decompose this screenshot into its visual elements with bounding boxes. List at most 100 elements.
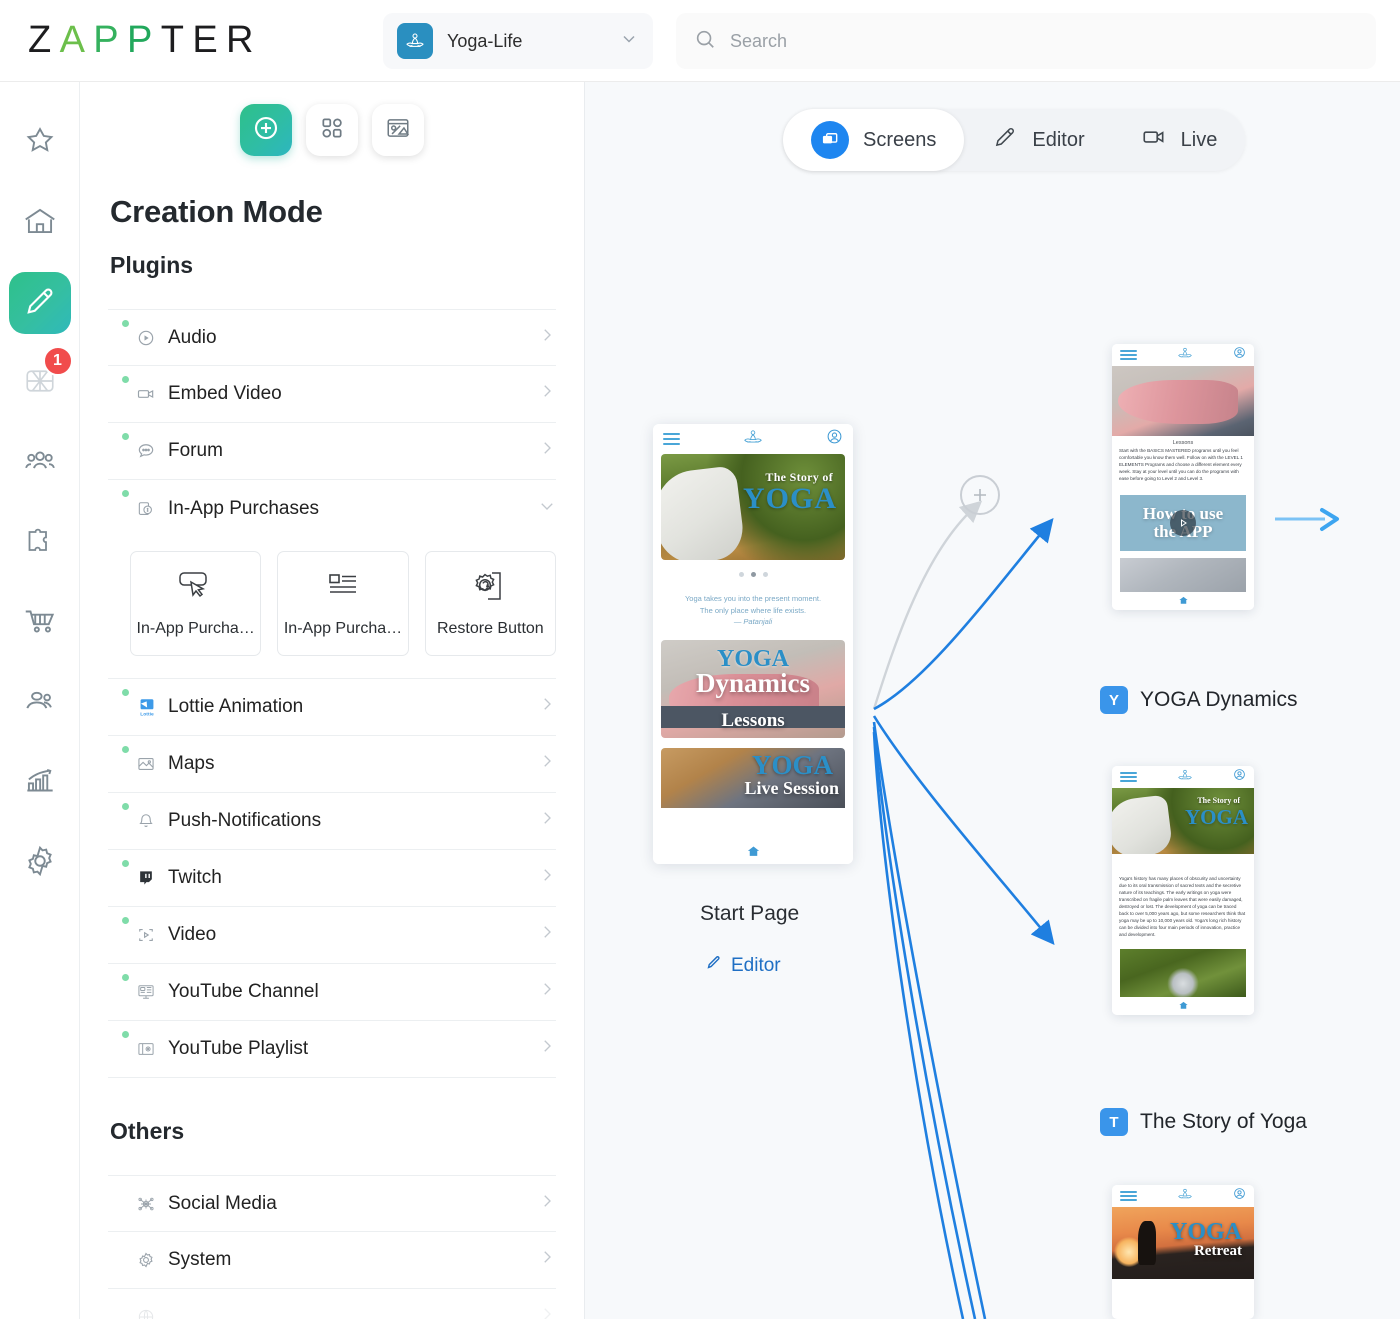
story-body-text: Yoga's history has many places of obscur… — [1119, 876, 1246, 937]
star-icon — [21, 122, 59, 165]
project-selector[interactable]: Yoga-Life — [383, 13, 653, 69]
screen-label-story-of-yoga[interactable]: T The Story of Yoga — [1100, 1108, 1307, 1136]
tab-screens[interactable]: Screens — [783, 109, 965, 171]
gear-icon — [21, 842, 59, 885]
others-list: Social Media System — [108, 1175, 556, 1319]
iap-card-button[interactable]: In-App Purcha… — [130, 551, 262, 656]
lotus-icon — [1175, 767, 1195, 788]
screen-card-start-page[interactable]: The Story of YOGA Yoga takes you into th… — [653, 424, 853, 864]
plugin-row-maps[interactable]: Maps — [108, 736, 556, 793]
chevron-right-icon[interactable] — [538, 923, 556, 947]
in-app-purchase-items: In-App Purcha… In-App Purcha… Restore Bu… — [108, 537, 556, 679]
chevron-right-icon[interactable] — [538, 752, 556, 776]
chevron-right-icon[interactable] — [538, 809, 556, 833]
play-circle-icon — [136, 328, 158, 348]
status-dot — [122, 490, 129, 497]
carousel-dots[interactable] — [653, 560, 853, 577]
phone-home-bar — [653, 838, 853, 864]
others-row-system[interactable]: System — [108, 1232, 556, 1289]
stone-image — [1120, 557, 1246, 592]
screen-card-yoga-dynamics[interactable]: Lessons Start with the BASICS MASTERED p… — [1112, 344, 1254, 610]
status-dot — [122, 974, 129, 981]
start-page-editor-link[interactable]: Editor — [705, 954, 781, 977]
hero-title: YOGA — [743, 482, 837, 515]
phone-topbar — [1112, 766, 1254, 788]
plugin-row-lottie-animation[interactable]: Lottie Lottie Animation — [108, 679, 556, 736]
forest-image — [1120, 948, 1246, 997]
rail-item-home[interactable] — [9, 192, 71, 254]
plugin-row-youtube-playlist[interactable]: YouTube Playlist — [108, 1021, 556, 1078]
plugin-label: Lottie Animation — [168, 696, 304, 717]
search-icon — [694, 28, 716, 55]
tab-live[interactable]: Live — [1113, 109, 1246, 171]
iap-card-list[interactable]: In-App Purcha… — [277, 551, 409, 656]
screen-name: The Story of Yoga — [1140, 1110, 1307, 1133]
rail-item-settings[interactable] — [9, 832, 71, 894]
screen-label-yoga-dynamics[interactable]: Y YOGA Dynamics — [1100, 686, 1298, 714]
add-element-button[interactable] — [240, 104, 292, 156]
screen-card-yoga-retreat[interactable]: YOGA Retreat — [1112, 1185, 1254, 1319]
cart-icon — [21, 602, 59, 645]
screen-initial-badge: T — [1100, 1108, 1128, 1136]
status-dot — [122, 433, 129, 440]
editor-link-label: Editor — [731, 954, 781, 976]
screen-card-story-of-yoga[interactable]: The Story of YOGA Yoga's history has man… — [1112, 766, 1254, 1015]
zappter-logo[interactable]: Z A P P T E R — [28, 19, 262, 62]
chevron-right-icon[interactable] — [538, 1192, 556, 1216]
template-icon — [385, 115, 411, 146]
add-screen-node[interactable] — [960, 475, 1000, 515]
logo-letter: P — [93, 19, 128, 61]
rail-item-layout[interactable]: 1 — [9, 346, 73, 414]
svg-text:Lottie: Lottie — [140, 711, 154, 717]
chevron-right-icon[interactable] — [538, 1248, 556, 1272]
hero-story-of-yoga: The Story of YOGA — [661, 454, 845, 560]
iap-card-restore[interactable]: Restore Button — [424, 551, 556, 656]
rail-item-shop[interactable] — [9, 592, 71, 654]
chevron-right-icon[interactable] — [538, 1305, 556, 1319]
plugin-row-twitch[interactable]: Twitch — [108, 850, 556, 907]
chevron-right-icon[interactable] — [538, 382, 556, 406]
rail-item-favorites[interactable] — [9, 112, 71, 174]
plugin-row-audio[interactable]: Audio — [108, 309, 556, 366]
chevron-right-icon[interactable] — [538, 866, 556, 890]
status-dot — [122, 746, 129, 753]
others-row-social-media[interactable]: Social Media — [108, 1175, 556, 1232]
plugin-row-youtube-channel[interactable]: YouTube Channel — [108, 964, 556, 1021]
status-dot — [122, 320, 129, 327]
lottie-icon: Lottie — [136, 696, 158, 718]
tab-editor[interactable]: Editor — [964, 109, 1112, 171]
plugin-row-embed-video[interactable]: Embed Video — [108, 366, 556, 423]
plugin-row-push-notifications[interactable]: Push-Notifications — [108, 793, 556, 850]
others-row-partial[interactable] — [108, 1289, 556, 1319]
chevron-right-icon[interactable] — [538, 1037, 556, 1061]
plugin-row-video[interactable]: Video — [108, 907, 556, 964]
chevron-right-icon[interactable] — [538, 439, 556, 463]
components-button[interactable] — [306, 104, 358, 156]
others-label: System — [168, 1249, 232, 1270]
chevron-right-icon[interactable] — [538, 326, 556, 350]
plugin-row-in-app-purchases[interactable]: In-App Purchases — [108, 480, 556, 537]
chevron-right-icon[interactable] — [538, 695, 556, 719]
plugin-label: Twitch — [168, 867, 222, 888]
templates-button[interactable] — [372, 104, 424, 156]
search-input[interactable]: Search — [676, 13, 1376, 69]
chevron-down-icon[interactable] — [619, 29, 639, 54]
yoga-silhouette — [1138, 1221, 1156, 1265]
chart-icon — [21, 762, 59, 805]
chevron-down-icon[interactable] — [538, 497, 556, 521]
screens-canvas[interactable]: Screens Editor Live The Story of YOGA Yo… — [585, 82, 1400, 1319]
plugin-row-forum[interactable]: Forum — [108, 423, 556, 480]
chevron-right-icon[interactable] — [538, 980, 556, 1004]
phone-home-bar — [1112, 996, 1254, 1015]
logo-letter: E — [192, 19, 227, 61]
rail-item-community[interactable] — [9, 672, 71, 734]
lotus-icon — [740, 426, 766, 453]
rail-item-users[interactable] — [9, 432, 71, 494]
play-icon[interactable] — [1170, 509, 1196, 536]
rail-item-creation[interactable] — [8, 272, 71, 334]
app-root: Z A P P T E R Yoga-Life Search 1 Creatio… — [0, 0, 1400, 1319]
iap-card-label: In-App Purcha… — [283, 620, 403, 637]
how-to-use-app-video[interactable]: How to use the APP — [1120, 494, 1246, 551]
rail-item-plugins[interactable] — [9, 512, 71, 574]
rail-item-analytics[interactable] — [9, 752, 71, 814]
